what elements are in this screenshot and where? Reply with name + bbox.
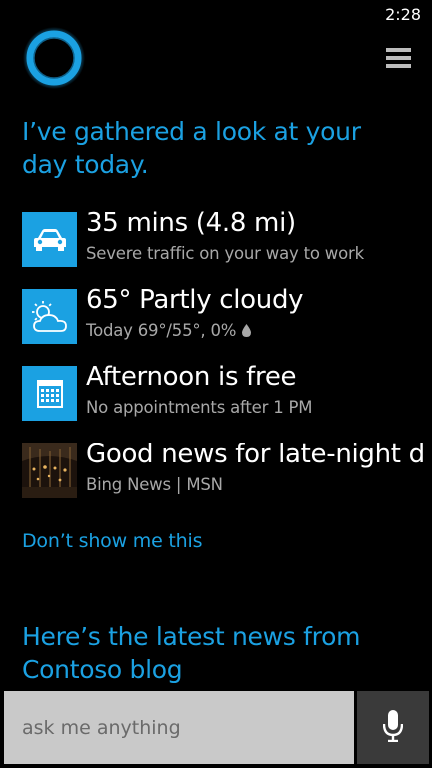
card-title: Good news for late-night d [86,443,425,469]
status-bar: 2:28 [0,0,432,28]
card-subtitle: Today 69°/55°, 0% [86,320,252,343]
cortana-ring-icon [22,26,86,90]
microphone-icon [382,710,404,745]
mic-button[interactable] [357,691,429,764]
card-title: 65° Partly cloudy [86,285,304,315]
news-card[interactable]: Good news for late-night d Bing News | M… [22,443,432,499]
weather-card[interactable]: 65° Partly cloudy Today 69°/55°, 0% [22,285,432,345]
calendar-icon [22,366,77,421]
weather-forecast-text: Today 69°/55°, 0% [86,321,237,340]
raindrop-icon [242,321,252,343]
traffic-card[interactable]: 35 mins (4.8 mi) Severe traffic on your … [22,208,432,268]
greeting-text: I’ve gathered a look at your day today. [22,117,361,179]
card-subtitle: Bing News | MSN [86,475,223,494]
weather-partly-cloudy-icon [22,289,77,344]
card-subtitle: Severe traffic on your way to work [86,244,364,263]
ask-input[interactable] [4,691,354,764]
bottom-search-bar [0,690,432,768]
news-thumbnail-image [22,443,77,498]
card-subtitle: No appointments after 1 PM [86,398,313,417]
dont-show-link[interactable]: Don’t show me this [22,528,202,554]
card-title: Afternoon is free [86,362,297,392]
calendar-card[interactable]: Afternoon is free No appointments after … [22,362,432,422]
card-title: 35 mins (4.8 mi) [86,208,296,238]
status-clock: 2:28 [385,5,421,24]
news-heading: Here’s the latest news from Contoso blog [22,622,361,684]
hamburger-menu-icon[interactable] [386,48,412,70]
car-icon [22,212,77,267]
